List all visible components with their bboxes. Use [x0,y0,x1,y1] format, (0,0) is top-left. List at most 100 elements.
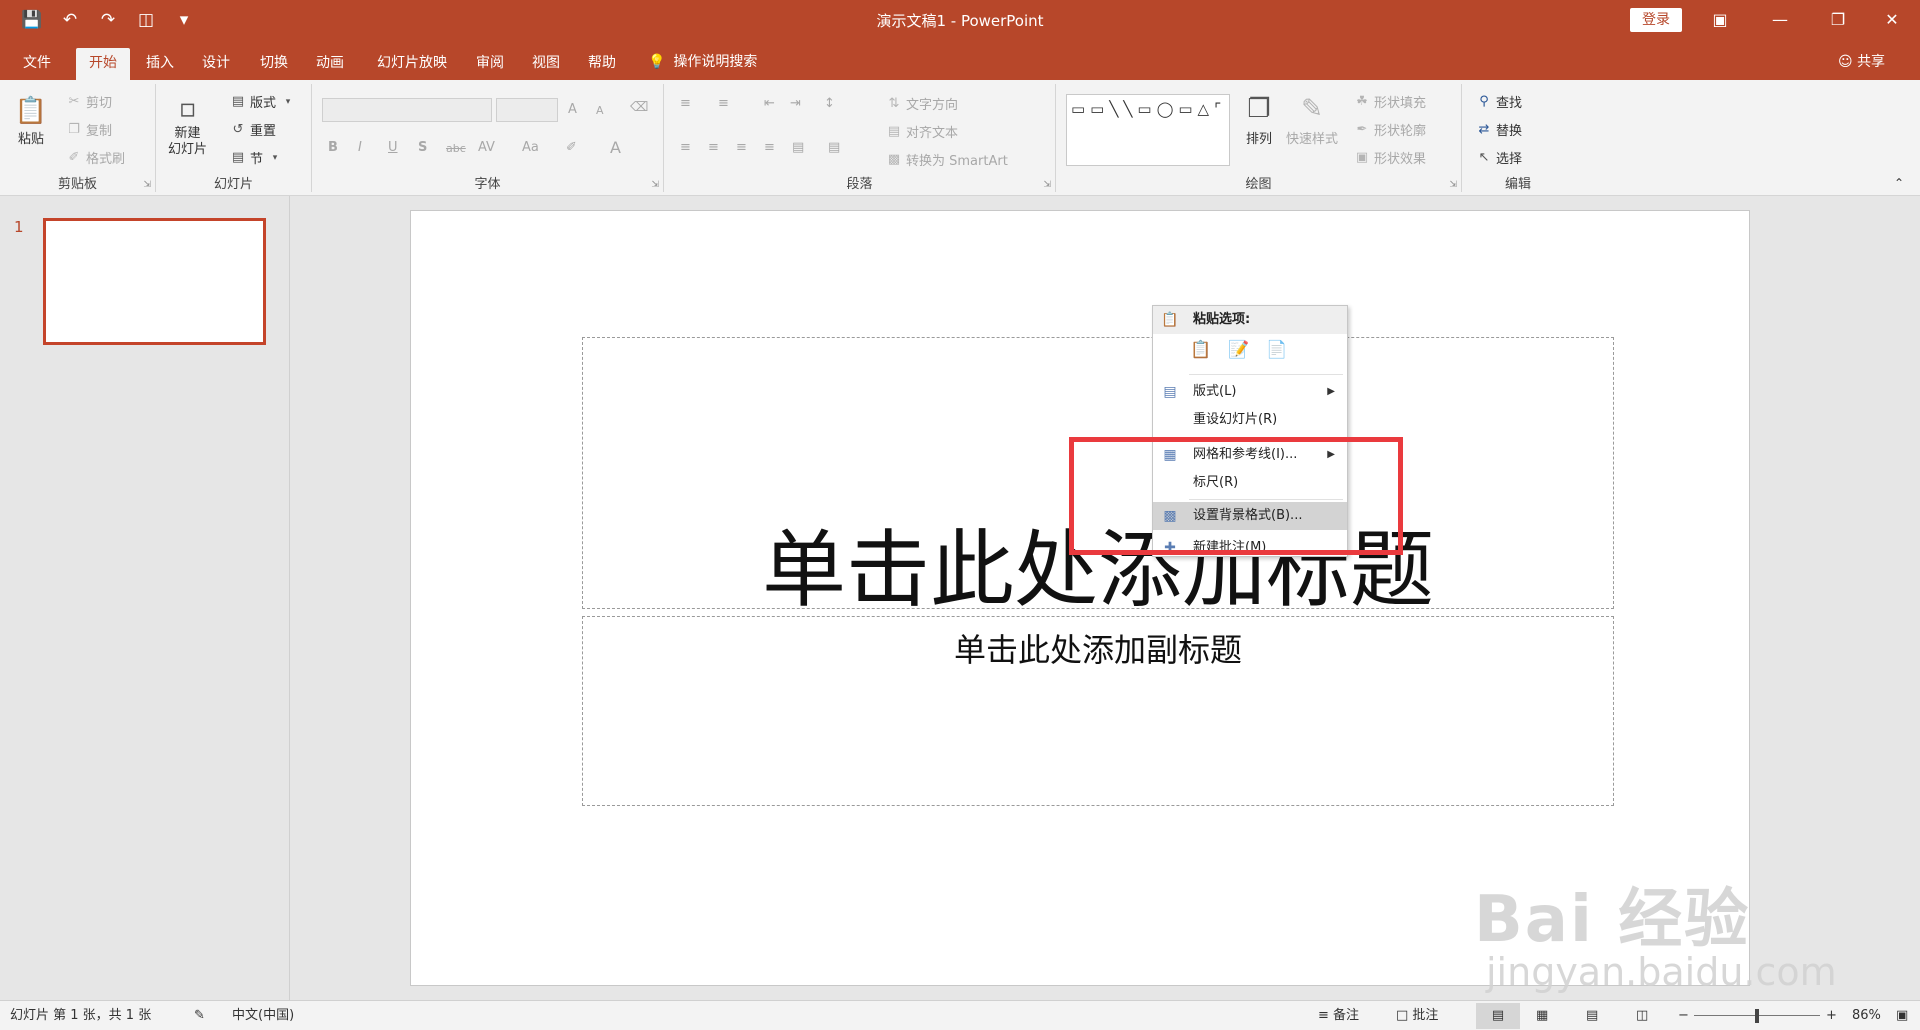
menu-item-reset-slide[interactable]: 重设幻灯片(R) [1153,406,1347,434]
shape-effects-button[interactable]: ▣ 形状效果 [1354,148,1426,168]
close-icon[interactable]: ✕ [1872,6,1912,34]
watermark-main-text: Bai 经验 [1474,883,1751,957]
shrink-font-button[interactable]: A [596,104,604,117]
notes-button[interactable]: ≡ 备注 [1318,1007,1359,1025]
slide-thumbnail[interactable] [43,218,266,345]
bold-button[interactable]: B [328,140,338,155]
select-button[interactable]: ↖ 选择 [1476,148,1522,168]
font-color-icon[interactable]: A [610,138,621,157]
shadow-button[interactable]: S [418,140,427,155]
font-name-combo[interactable] [322,98,492,122]
smartart-button[interactable]: ▩ 转换为 SmartArt [886,150,1008,170]
fit-to-window-icon[interactable]: ▣ [1896,1007,1908,1025]
columns-icon[interactable]: ▤ [828,140,840,155]
underline-button[interactable]: U [388,140,398,155]
shape-fill-button[interactable]: ☘ 形状填充 [1354,92,1426,112]
subtitle-placeholder-text: 单击此处添加副标题 [953,631,1242,669]
zoom-in-button[interactable]: + [1826,1007,1837,1025]
normal-view-icon[interactable]: ▤ [1476,1003,1520,1029]
tab-animations[interactable]: 动画 [308,48,352,80]
shapes-gallery[interactable]: ▭▭╲╲▭◯▭△⌜↳⇨⇩◯⟳◌⁍{} [1066,94,1230,166]
char-spacing-button[interactable]: AV [478,140,495,155]
tab-review[interactable]: 审阅 [468,48,512,80]
format-painter-button[interactable]: ✐ 格式刷 [66,148,125,168]
reset-button[interactable]: ↺ 重置 [230,120,276,140]
paste-text-only-icon[interactable]: 📄 [1265,338,1289,362]
text-direction-button[interactable]: ⇅ 文字方向 [886,94,958,114]
dropdown-icon: ▾ [285,96,291,107]
paste-keep-source-icon[interactable]: 📋 [1189,338,1213,362]
align-right-icon[interactable]: ≡ [736,140,747,155]
slideshow-view-icon[interactable]: ◫ [1636,1007,1648,1025]
reading-view-icon[interactable]: ▤ [1586,1007,1598,1025]
zoom-out-button[interactable]: − [1678,1007,1689,1025]
strikethrough-button[interactable]: abc [446,142,466,155]
menu-tab-bar: 文件 开始 插入 设计 切换 动画 幻灯片放映 审阅 视图 帮助 💡 操作说明搜… [0,40,1920,80]
change-case-button[interactable]: Aa [522,140,539,155]
bullets-icon[interactable]: ≡ [680,96,691,111]
paste-picture-icon[interactable]: 📝 [1227,338,1251,362]
dialog-launcher-icon[interactable]: ⇲ [143,180,151,190]
zoom-slider-thumb[interactable] [1755,1009,1759,1023]
tab-design[interactable]: 设计 [194,48,238,80]
section-button[interactable]: ▤ 节 ▾ [230,148,283,168]
paste-button[interactable]: 📋 粘贴 [14,94,48,147]
group-label-paragraph: 段落 [846,177,873,192]
line-spacing-icon[interactable]: ↕ [824,96,835,111]
align-left-icon[interactable]: ≡ [680,140,691,155]
tab-transitions[interactable]: 切换 [252,48,296,80]
restore-icon[interactable]: ❐ [1818,6,1858,34]
italic-button[interactable]: I [358,140,362,155]
arrange-button[interactable]: ❐ 排列 [1242,92,1276,147]
effects-icon: ▣ [1355,149,1369,165]
tab-view[interactable]: 视图 [524,48,568,80]
group-clipboard: 📋 粘贴 ✂ 剪切 ❐ 复制 ✐ 格式刷 剪贴板 ⇲ [0,84,156,192]
tab-slideshow[interactable]: 幻灯片放映 [364,48,460,80]
menu-item-layout[interactable]: ▤ 版式(L) ▶ [1153,378,1347,406]
quick-styles-button[interactable]: ✎ 快速样式 [1286,92,1338,147]
tab-home[interactable]: 开始 [76,48,130,80]
clear-format-icon[interactable]: ⌫ [630,100,648,115]
subtitle-placeholder[interactable]: 单击此处添加副标题 [582,616,1614,806]
new-slide-button[interactable]: ▫ 新建 幻灯片 [168,92,207,158]
login-button[interactable]: 登录 [1630,8,1682,32]
layout-button[interactable]: ▤ 版式 ▾ [230,92,296,112]
tab-file[interactable]: 文件 [12,48,62,80]
smartart-icon: ▩ [887,151,901,167]
justify-icon[interactable]: ≡ [764,140,775,155]
decrease-indent-icon[interactable]: ⇤ [764,96,775,111]
language-status[interactable]: 中文(中国) [232,1007,294,1025]
numbering-icon[interactable]: ≡ [718,96,729,111]
cut-button[interactable]: ✂ 剪切 [66,92,112,112]
find-button[interactable]: ⚲ 查找 [1476,92,1522,112]
share-button[interactable]: ☺ 共享 [1838,50,1885,74]
tab-insert[interactable]: 插入 [138,48,182,80]
dialog-launcher-icon[interactable]: ⇲ [651,180,659,190]
dialog-launcher-icon[interactable]: ⇲ [1043,180,1051,190]
group-paragraph: ≡ ≡ ⇤ ⇥ ↕ ⇅ 文字方向 ▤ 对齐文本 ▩ 转换为 SmartArt ≡ ≡ … [664,84,1056,192]
shape-outline-button[interactable]: ✒ 形状轮廓 [1354,120,1426,140]
zoom-level[interactable]: 86% [1852,1007,1881,1025]
watermark-url-text: jingyan.baidu.com [1486,950,1837,994]
dialog-launcher-icon[interactable]: ⇲ [1449,180,1457,190]
tell-me-search[interactable]: 💡 操作说明搜索 [648,50,757,74]
slide-sorter-icon[interactable]: ▦ [1536,1007,1548,1025]
spell-check-icon[interactable]: ✎ [194,1007,205,1025]
reset-icon: ↺ [232,121,244,137]
collapse-ribbon-icon[interactable]: ⌃ [1894,176,1904,190]
distribute-icon[interactable]: ▤ [792,140,804,155]
group-label-slides: 幻灯片 [213,177,253,192]
grow-font-button[interactable]: A [568,102,577,117]
align-center-icon[interactable]: ≡ [708,140,719,155]
replace-button[interactable]: ⇄ 替换 [1476,120,1522,140]
increase-indent-icon[interactable]: ⇥ [790,96,801,111]
tab-help[interactable]: 帮助 [580,48,624,80]
font-size-combo[interactable] [496,98,558,122]
align-text-button[interactable]: ▤ 对齐文本 [886,122,958,142]
minimize-icon[interactable]: — [1760,6,1800,34]
copy-button[interactable]: ❐ 复制 [66,120,112,140]
ribbon-display-options-icon[interactable]: ▣ [1700,6,1740,34]
align-text-icon: ▤ [887,123,901,139]
comments-button[interactable]: □ 批注 [1396,1007,1438,1025]
highlight-icon[interactable]: ✐ [566,140,577,155]
